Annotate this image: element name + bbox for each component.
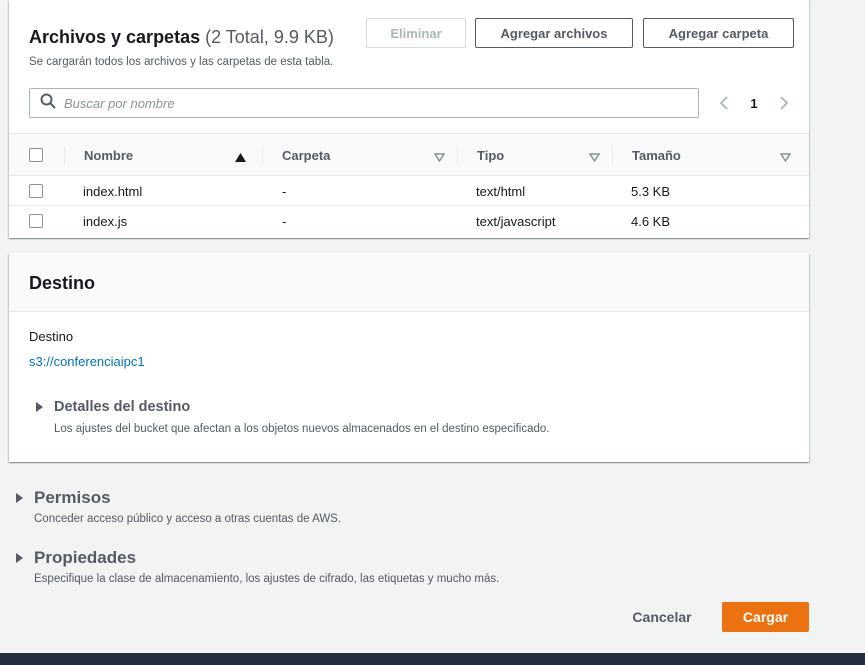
files-folders-panel: Archivos y carpetas (2 Total, 9.9 KB) Se… [9,0,809,238]
destination-details-toggle[interactable]: Detalles del destino [36,399,190,415]
column-name[interactable]: Nombre [64,134,262,176]
column-divider [262,146,263,164]
destination-details-title: Detalles del destino [54,399,191,415]
search-input[interactable] [64,95,664,111]
caret-right-icon [36,402,43,412]
properties-description: Especifique la clase de almacenamiento, … [34,573,500,585]
properties-toggle[interactable]: Propiedades [16,548,136,568]
add-folder-button[interactable]: Agregar carpeta [643,18,794,48]
files-table: Nombre Carpeta Tipo Tamaño index.html - … [9,133,809,236]
cell-size: 4.6 KB [631,213,671,229]
sort-icon [433,150,446,165]
permissions-toggle[interactable]: Permisos [16,488,111,508]
chevron-right-icon[interactable] [774,93,794,113]
search-icon [40,93,56,114]
cell-folder: - [282,183,287,199]
cell-folder: - [282,213,287,229]
caret-right-icon [16,493,23,503]
cell-name: index.js [83,213,128,229]
sort-ascending-icon [235,150,246,165]
destination-link[interactable]: s3://conferenciaipc1 [29,354,145,369]
delete-button[interactable]: Eliminar [366,18,466,48]
footer-bar [0,653,865,665]
destination-panel: Destino Destino s3://conferenciaipc1 Det… [9,253,809,462]
caret-right-icon [16,553,23,563]
cell-name: index.html [83,183,143,199]
permissions-description: Conceder acceso público y acceso a otras… [34,513,342,525]
destination-header: Destino [9,253,809,312]
select-all-checkbox[interactable] [29,148,43,162]
column-type-label: Tipo [477,147,505,163]
destination-label: Destino [29,329,74,344]
column-folder[interactable]: Carpeta [262,134,457,176]
cell-type: text/javascript [476,213,556,229]
add-files-button[interactable]: Agregar archivos [475,18,633,48]
column-divider [64,146,65,164]
cell-size: 5.3 KB [631,183,671,199]
table-row[interactable]: index.html - text/html 5.3 KB [9,176,809,206]
column-size[interactable]: Tamaño [612,134,809,176]
files-panel-title: Archivos y carpetas (2 Total, 9.9 KB) [29,27,334,48]
column-type[interactable]: Tipo [457,134,612,176]
files-count: (2 Total, 9.9 KB) [205,27,334,47]
destination-details-description: Los ajustes del bucket que afectan a los… [54,423,550,435]
column-folder-label: Carpeta [282,147,331,163]
column-divider [457,146,458,164]
properties-title: Propiedades [34,548,137,567]
cancel-button[interactable]: Cancelar [620,602,704,632]
destination-heading: Destino [29,273,96,293]
page-number[interactable]: 1 [734,96,774,111]
table-header: Nombre Carpeta Tipo Tamaño [9,133,809,176]
column-divider [612,146,613,164]
sort-icon [779,150,792,165]
pagination: 1 [714,93,794,113]
search-box[interactable] [29,88,699,118]
chevron-left-icon[interactable] [714,93,734,113]
sort-icon [588,150,601,165]
row-checkbox[interactable] [29,214,43,228]
cell-type: text/html [476,183,526,199]
row-checkbox[interactable] [29,184,43,198]
column-size-label: Tamaño [632,147,681,163]
upload-button[interactable]: Cargar [722,602,809,632]
files-panel-title-text: Archivos y carpetas [29,27,201,47]
column-name-label: Nombre [84,147,134,163]
permissions-title: Permisos [34,488,111,507]
table-row[interactable]: index.js - text/javascript 4.6 KB [9,206,809,236]
files-panel-description: Se cargarán todos los archivos y las car… [29,56,334,68]
